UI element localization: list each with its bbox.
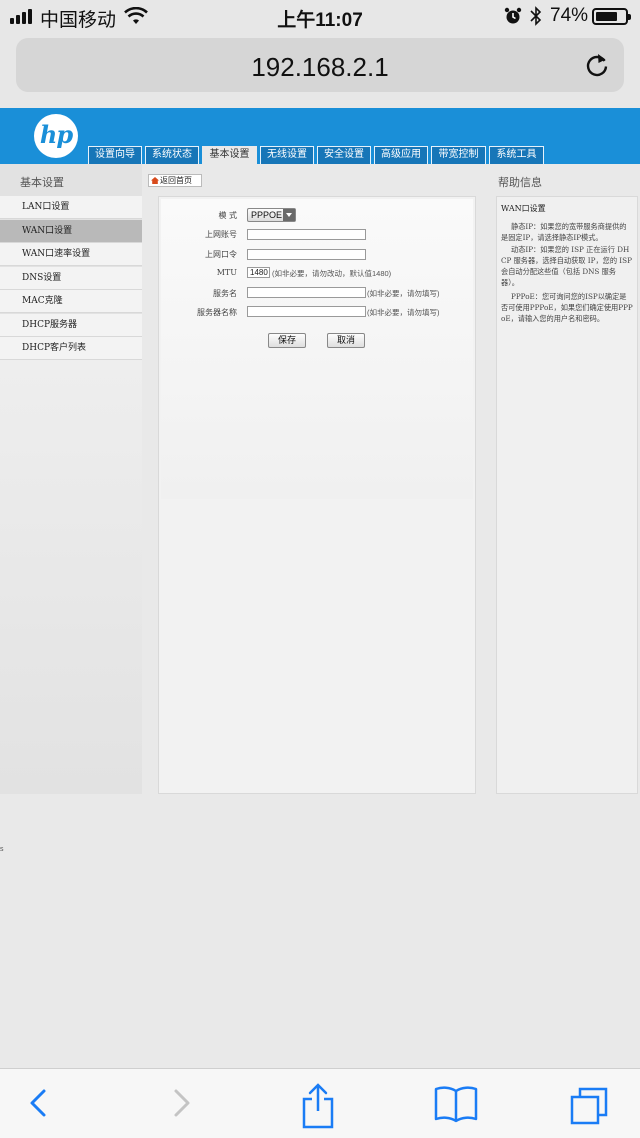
account-label: 上网账号 <box>205 230 237 239</box>
help-heading: WAN口设置 <box>501 204 546 213</box>
sidebar-item-lan[interactable]: LAN口设置 <box>0 196 142 219</box>
service-name-label: 服务名 <box>213 289 237 298</box>
browser-toolbar <box>0 1068 640 1138</box>
save-button[interactable]: 保存 <box>268 333 306 348</box>
share-button[interactable] <box>288 1069 348 1138</box>
server-name-label: 服务器名称 <box>197 308 237 317</box>
help-static-ip: 静态IP：如果您的宽带服务商提供的是固定IP，请选择静态IP模式。 <box>501 222 627 242</box>
mode-label: 模 式 <box>218 211 237 220</box>
help-dynamic-ip: 动态IP：如果您的 ISP 正在运行 DHCP 服务器，选择自动获取 IP，您的… <box>501 245 632 287</box>
sidebar-item-wan-speed[interactable]: WAN口速率设置 <box>0 243 142 266</box>
router-header: hp 设置向导 系统状态 基本设置 无线设置 安全设置 高级应用 带宽控制 系统… <box>0 108 640 164</box>
tabs-icon <box>570 1087 608 1125</box>
chevron-down-icon <box>283 209 295 221</box>
sidebar-item-dns[interactable]: DNS设置 <box>0 267 142 290</box>
forward-icon <box>174 1089 190 1117</box>
mtu-label: MTU <box>216 268 237 277</box>
tab-system-status[interactable]: 系统状态 <box>145 146 199 164</box>
tab-wireless-settings[interactable]: 无线设置 <box>260 146 314 164</box>
service-name-hint: (如非必要，请勿填写) <box>367 289 440 298</box>
url-text[interactable]: 192.168.2.1 <box>16 52 624 83</box>
sidebar-item-dhcp-server[interactable]: DHCP服务器 <box>0 314 142 337</box>
mode-value: PPPOE <box>251 210 283 220</box>
stray-text: s <box>0 846 4 853</box>
back-button[interactable] <box>10 1069 70 1138</box>
hp-logo: hp <box>34 114 78 158</box>
server-name-hint: (如非必要，请勿填写) <box>367 308 440 317</box>
back-home-label: 返回首页 <box>160 176 192 185</box>
mtu-input[interactable]: 1480 <box>247 267 270 278</box>
mtu-hint: (如非必要，请勿改动，默认值1480) <box>272 269 392 278</box>
help-pppoe: PPPoE：您可询问您的ISP以确定是否可使用PPPoE，如果您们确定使用PPP… <box>501 292 633 323</box>
tab-bandwidth-control[interactable]: 带宽控制 <box>431 146 486 164</box>
password-input[interactable] <box>247 249 366 260</box>
tab-security-settings[interactable]: 安全设置 <box>317 146 371 164</box>
alarm-icon <box>504 7 522 24</box>
sidebar-item-wan[interactable]: WAN口设置 <box>0 220 142 243</box>
sidebar-title: 基本设置 <box>20 177 64 189</box>
sidebar-item-dhcp-clients[interactable]: DHCP客户列表 <box>0 337 142 360</box>
tabs-button[interactable] <box>558 1069 618 1138</box>
reload-icon[interactable] <box>584 52 610 78</box>
wan-settings-panel <box>158 196 476 794</box>
tab-basic-settings[interactable]: 基本设置 <box>202 146 257 164</box>
bookmarks-icon <box>434 1086 478 1123</box>
bookmarks-button[interactable] <box>424 1069 484 1138</box>
tab-system-tools[interactable]: 系统工具 <box>489 146 544 164</box>
tab-advanced[interactable]: 高级应用 <box>374 146 428 164</box>
clock: 上午11:07 <box>277 10 363 31</box>
help-panel: WAN口设置 静态IP：如果您的宽带服务商提供的是固定IP，请选择静态IP模式。… <box>496 196 638 794</box>
help-title: 帮助信息 <box>498 177 542 189</box>
cancel-button[interactable]: 取消 <box>327 333 365 348</box>
password-label: 上网口令 <box>205 250 237 259</box>
mode-select[interactable]: PPPOE <box>247 208 296 222</box>
address-bar[interactable]: 192.168.2.1 <box>16 38 624 92</box>
status-bar: 中国移动 上午11:07 74% <box>0 0 640 34</box>
battery-fill <box>596 12 617 21</box>
back-icon <box>30 1089 46 1117</box>
sidebar-background <box>0 360 142 794</box>
account-input[interactable] <box>247 229 366 240</box>
service-name-input[interactable] <box>247 287 366 298</box>
address-bar-area: 192.168.2.1 <box>0 34 640 108</box>
back-home-button[interactable]: 返回首页 <box>148 174 202 187</box>
battery-percent: 74% <box>550 5 589 26</box>
home-icon <box>151 177 159 184</box>
forward-button[interactable] <box>150 1069 210 1138</box>
share-icon <box>302 1083 334 1129</box>
battery-icon <box>592 8 631 25</box>
sidebar-item-mac-clone[interactable]: MAC克隆 <box>0 290 142 313</box>
bluetooth-icon <box>530 6 542 26</box>
tab-setup-wizard[interactable]: 设置向导 <box>88 146 142 164</box>
server-name-input[interactable] <box>247 306 366 317</box>
